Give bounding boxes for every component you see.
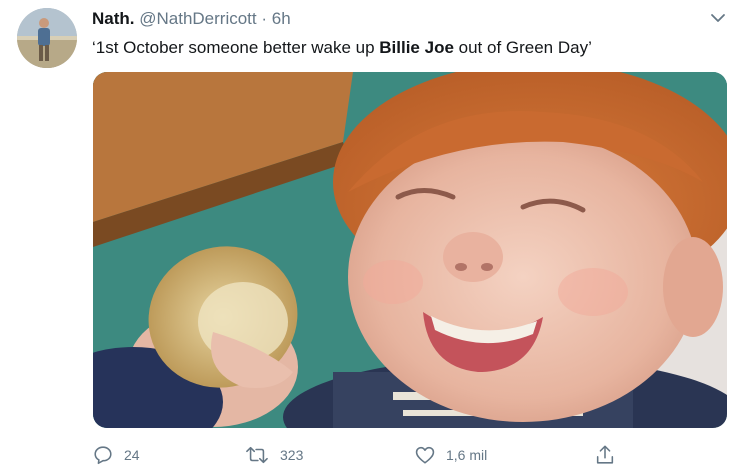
tweet-media[interactable] xyxy=(93,72,727,428)
retweet-button[interactable]: 323 xyxy=(244,440,303,470)
tweet-timestamp[interactable]: 6h xyxy=(272,9,291,28)
tweet-actions: 24 323 1,6 mil xyxy=(92,440,728,470)
reply-button[interactable]: 24 xyxy=(92,440,140,470)
share-button[interactable] xyxy=(594,440,616,470)
author-display-name[interactable]: Nath. xyxy=(92,9,135,28)
laughing-child-with-bread-photo xyxy=(93,72,727,428)
share-icon xyxy=(596,445,614,464)
reply-icon xyxy=(94,446,112,465)
tweet-menu-button[interactable] xyxy=(708,10,728,26)
tweet-text: ‘1st October someone better wake up Bill… xyxy=(92,37,592,59)
tweet-text-start: ‘1st October someone better wake up xyxy=(92,38,380,57)
retweet-count: 323 xyxy=(280,447,304,463)
author-handle[interactable]: @NathDerricott xyxy=(139,9,256,28)
reply-count: 24 xyxy=(124,447,140,463)
tweet-text-bold: Billie Joe xyxy=(379,38,454,57)
avatar-photo xyxy=(17,8,77,68)
retweet-icon xyxy=(246,446,268,464)
like-button[interactable]: 1,6 mil xyxy=(414,440,487,470)
chevron-down-icon xyxy=(711,14,725,22)
tweet-header: Nath. @NathDerricott · 6h xyxy=(92,9,291,29)
heart-icon xyxy=(415,446,435,464)
avatar[interactable] xyxy=(17,8,77,68)
tweet-text-end: out of Green Day’ xyxy=(453,38,592,57)
header-separator: · xyxy=(261,9,268,28)
like-count: 1,6 mil xyxy=(446,447,488,463)
